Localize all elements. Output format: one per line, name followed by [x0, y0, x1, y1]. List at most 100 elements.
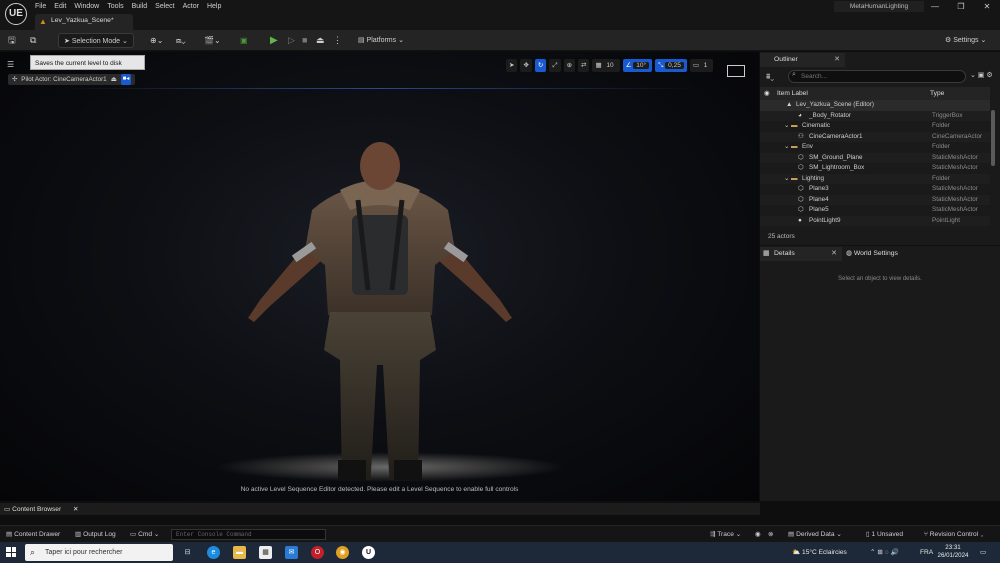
- platforms-button[interactable]: ▤ Platforms ⌄: [358, 33, 404, 48]
- file-explorer-icon[interactable]: ▬: [233, 546, 246, 559]
- menu-tools[interactable]: Tools: [107, 1, 131, 12]
- more-options-icon[interactable]: ⋮: [333, 33, 342, 48]
- content-drawer-button[interactable]: ▤ Content Drawer: [6, 526, 60, 543]
- table-row[interactable]: ⚇ CineCameraActor1 CineCameraActor: [760, 131, 990, 142]
- table-row[interactable]: ⌄ ▬ Cinematic Folder: [760, 121, 990, 132]
- table-row[interactable]: ⌄ ▬ Env Folder: [760, 142, 990, 153]
- play-button[interactable]: ▶: [270, 33, 278, 48]
- cinematics-icon[interactable]: 🎬⌄: [204, 33, 221, 48]
- taskbar-search-input[interactable]: Taper ici pour rechercher: [25, 544, 173, 561]
- windows-start-icon[interactable]: [6, 547, 16, 557]
- chevron-down-icon[interactable]: ⌄: [784, 142, 789, 153]
- minimize-button[interactable]: —: [922, 0, 948, 14]
- scale-icon[interactable]: ⤢: [549, 59, 561, 72]
- menu-file[interactable]: File: [35, 1, 54, 12]
- link-icon[interactable]: ⊗: [768, 526, 774, 543]
- level-tab[interactable]: ▲ Lev_Yazkua_Scene*: [35, 14, 133, 30]
- unsaved-button[interactable]: ▯ 1 Unsaved: [866, 526, 903, 543]
- revision-control-button[interactable]: ⑂ Revision Control ⌄: [924, 526, 984, 543]
- weather-widget[interactable]: ⛅ 15°C Eclaircies: [792, 542, 847, 563]
- outliner-extra-icons[interactable]: ⌄ ▣ ⚙: [970, 71, 993, 79]
- visibility-eye-icon[interactable]: ◉: [764, 87, 770, 100]
- record-icon[interactable]: ◉: [755, 526, 761, 543]
- modes-icon[interactable]: ▣: [240, 33, 248, 48]
- outliner-search-input[interactable]: Search...: [788, 70, 966, 83]
- scale-snap-button[interactable]: ⤡ 0,25: [655, 59, 687, 72]
- menu-build[interactable]: Build: [132, 1, 156, 12]
- filter-icon[interactable]: ⩩⌄: [766, 72, 774, 82]
- table-row[interactable]: ⬡ Plane3 StaticMeshActor: [760, 184, 990, 195]
- chevron-down-icon[interactable]: ⌄: [784, 121, 789, 132]
- table-row[interactable]: ⬡ SM_Ground_Plane StaticMeshActor: [760, 152, 990, 163]
- table-row[interactable]: ● PointLight9 PointLight: [760, 215, 990, 226]
- derived-data-button[interactable]: ▤ Derived Data ⌄: [788, 526, 842, 543]
- close-icon[interactable]: ✕: [834, 53, 840, 67]
- stop-icon[interactable]: ■: [302, 33, 307, 48]
- panel-divider[interactable]: [760, 245, 1000, 246]
- menu-edit[interactable]: Edit: [54, 1, 74, 12]
- unreal-logo-icon[interactable]: UE: [5, 3, 27, 25]
- rotation-snap-button[interactable]: ∠ 10°: [622, 59, 653, 72]
- notifications-icon[interactable]: ▭: [980, 542, 986, 563]
- selection-mode-dropdown[interactable]: ➤ Selection Mode ⌄: [58, 33, 134, 48]
- eject-pilot-icon[interactable]: ⏏: [111, 74, 117, 85]
- character-model[interactable]: [240, 100, 520, 480]
- row-type: Folder: [932, 174, 950, 182]
- content-browser-tab[interactable]: ▭ Content Browser ✕: [4, 504, 79, 515]
- viewport-menu-icon[interactable]: ☰: [7, 60, 17, 70]
- camera-speed-button[interactable]: ▭ 1: [689, 59, 714, 72]
- edge-icon[interactable]: e: [207, 546, 220, 559]
- menu-actor[interactable]: Actor: [183, 1, 207, 12]
- table-row[interactable]: ⬡ SM_Lightroom_Box StaticMeshActor: [760, 163, 990, 174]
- table-row[interactable]: ▲ Lev_Yazkua_Scene (Editor): [760, 100, 990, 111]
- outliner-tab[interactable]: Outliner ✕: [760, 53, 845, 67]
- eject-icon[interactable]: ⏏: [316, 33, 325, 48]
- step-icon[interactable]: ▷: [288, 33, 295, 48]
- unreal-taskbar-icon[interactable]: U: [362, 546, 375, 559]
- maximize-button[interactable]: ❐: [948, 0, 974, 14]
- item-label-column[interactable]: Item Label: [777, 87, 808, 100]
- translate-icon[interactable]: ✥: [520, 59, 532, 72]
- world-local-icon[interactable]: ⊕: [563, 59, 576, 72]
- table-row[interactable]: ⬡ Plane5 StaticMeshActor: [760, 205, 990, 216]
- chevron-down-icon[interactable]: ⌄: [784, 174, 789, 185]
- outliner-scrollbar[interactable]: [991, 110, 995, 166]
- add-actor-icon[interactable]: ⊕⌄: [150, 33, 163, 48]
- table-row[interactable]: ◕ _Body_Rotator TriggerBox: [760, 110, 990, 121]
- close-icon[interactable]: ✕: [73, 506, 79, 513]
- grid-snap-button[interactable]: ▦ 10: [592, 59, 620, 72]
- save-icon[interactable]: 🖫: [8, 33, 16, 48]
- details-tab[interactable]: ▦ Details ✕: [760, 247, 842, 261]
- blueprint-icon[interactable]: ⧈⌄: [176, 33, 185, 48]
- level-viewport[interactable]: ☰ Saves the current level to disk (Ctrl+…: [0, 52, 759, 501]
- output-log-button[interactable]: ▥ Output Log: [75, 526, 116, 543]
- language-indicator[interactable]: FRA: [920, 542, 933, 563]
- tray-icons[interactable]: ⌃ ⊞ ◌ 🔊: [870, 542, 899, 563]
- mail-icon[interactable]: ✉: [285, 546, 298, 559]
- table-row[interactable]: ⬡ Plane4 StaticMeshActor: [760, 194, 990, 205]
- table-row[interactable]: ⌄ ▬ Lighting Folder: [760, 173, 990, 185]
- opera-icon[interactable]: O: [311, 546, 324, 559]
- type-column[interactable]: Type: [930, 87, 944, 100]
- camera-icon[interactable]: ■◂: [120, 74, 132, 85]
- chrome-icon[interactable]: ◉: [336, 546, 349, 559]
- menu-help[interactable]: Help: [207, 1, 229, 12]
- console-command-input[interactable]: Enter Console Command: [171, 529, 326, 540]
- chevron-down-icon: ⌄: [122, 38, 128, 45]
- menu-window[interactable]: Window: [74, 1, 107, 12]
- trace-button[interactable]: ⇶ Trace ⌄: [710, 526, 741, 543]
- cmd-dropdown[interactable]: ▭ Cmd ⌄: [130, 526, 159, 543]
- store-icon[interactable]: ▦: [259, 546, 272, 559]
- select-icon[interactable]: ➤: [506, 59, 518, 72]
- viewport-layout-icon[interactable]: [727, 65, 745, 77]
- task-view-icon[interactable]: ⊟: [181, 546, 194, 559]
- menu-select[interactable]: Select: [155, 1, 182, 12]
- settings-button[interactable]: ⚙ Settings ⌄: [945, 33, 986, 48]
- world-settings-tab[interactable]: ◍ World Settings: [846, 247, 898, 261]
- rotate-icon[interactable]: ↻: [534, 59, 547, 72]
- close-window-button[interactable]: ✕: [974, 0, 1000, 14]
- surface-snap-icon[interactable]: ⇄: [578, 59, 590, 72]
- taskbar-clock[interactable]: 23:31 26/01/2024: [935, 544, 971, 560]
- browse-level-icon[interactable]: ⧉: [30, 33, 36, 48]
- close-icon[interactable]: ✕: [831, 247, 837, 261]
